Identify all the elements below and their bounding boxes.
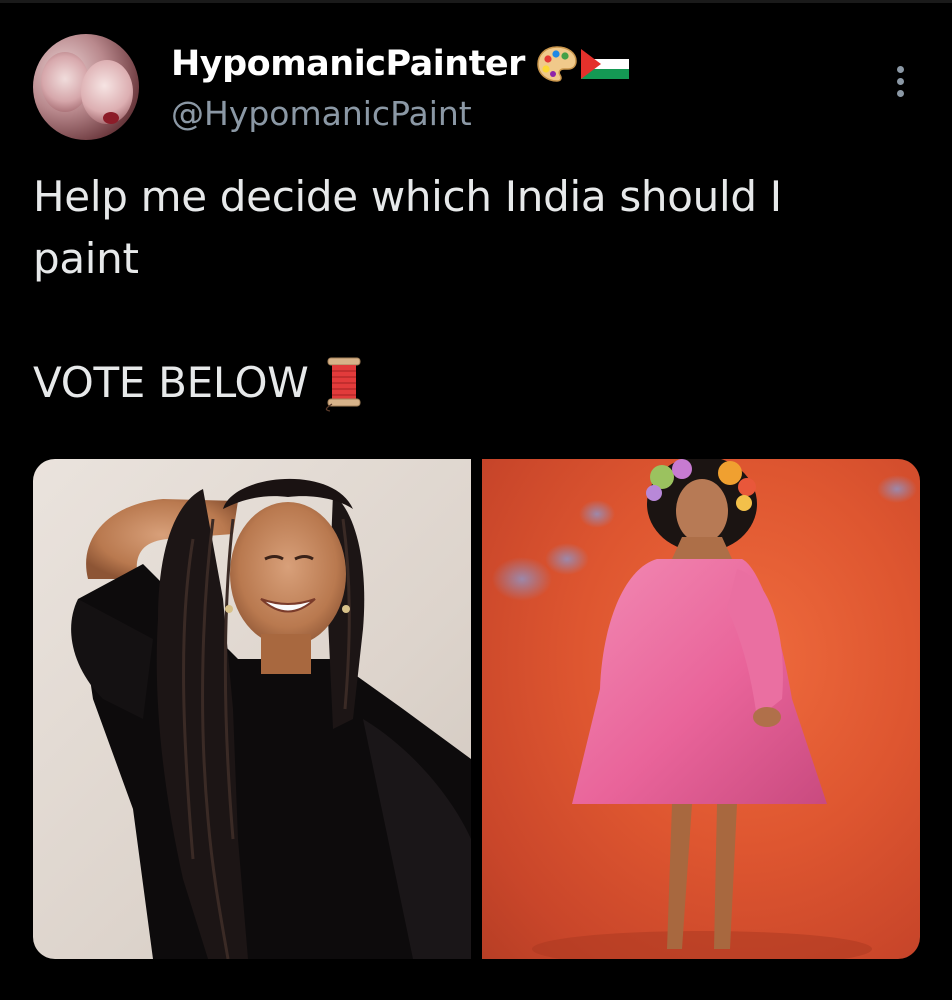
more-dot-icon bbox=[896, 65, 904, 73]
tweet-text-line: VOTE BELOW bbox=[33, 358, 309, 407]
vote-line: VOTE BELOW bbox=[33, 352, 913, 414]
display-name[interactable]: HypomanicPainter bbox=[171, 42, 525, 86]
photo-left[interactable] bbox=[33, 459, 471, 959]
top-divider bbox=[0, 0, 952, 3]
photo-right[interactable] bbox=[482, 459, 920, 959]
display-name-row[interactable]: HypomanicPainter bbox=[171, 42, 629, 86]
photo-left-image bbox=[71, 478, 471, 959]
media-grid bbox=[33, 459, 920, 959]
more-dot-icon bbox=[896, 89, 904, 97]
tweet-header: HypomanicPainter @HypomanicPaint bbox=[33, 34, 923, 144]
palestine-flag-icon bbox=[580, 49, 629, 79]
more-dot-icon bbox=[896, 77, 904, 85]
user-handle[interactable]: @HypomanicPaint bbox=[171, 93, 472, 135]
artist-palette-icon bbox=[537, 46, 577, 82]
photo-right-image bbox=[492, 459, 917, 959]
name-badges bbox=[535, 44, 629, 84]
spool-of-thread-icon bbox=[326, 357, 361, 412]
tweet-text-line: Help me decide which India should I bbox=[33, 172, 782, 221]
more-options-button[interactable] bbox=[885, 58, 915, 104]
tweet-text: Help me decide which India should I pain… bbox=[33, 166, 913, 414]
avatar[interactable] bbox=[33, 34, 139, 140]
avatar-mouth bbox=[103, 112, 119, 124]
tweet-text-line: paint bbox=[33, 234, 139, 283]
